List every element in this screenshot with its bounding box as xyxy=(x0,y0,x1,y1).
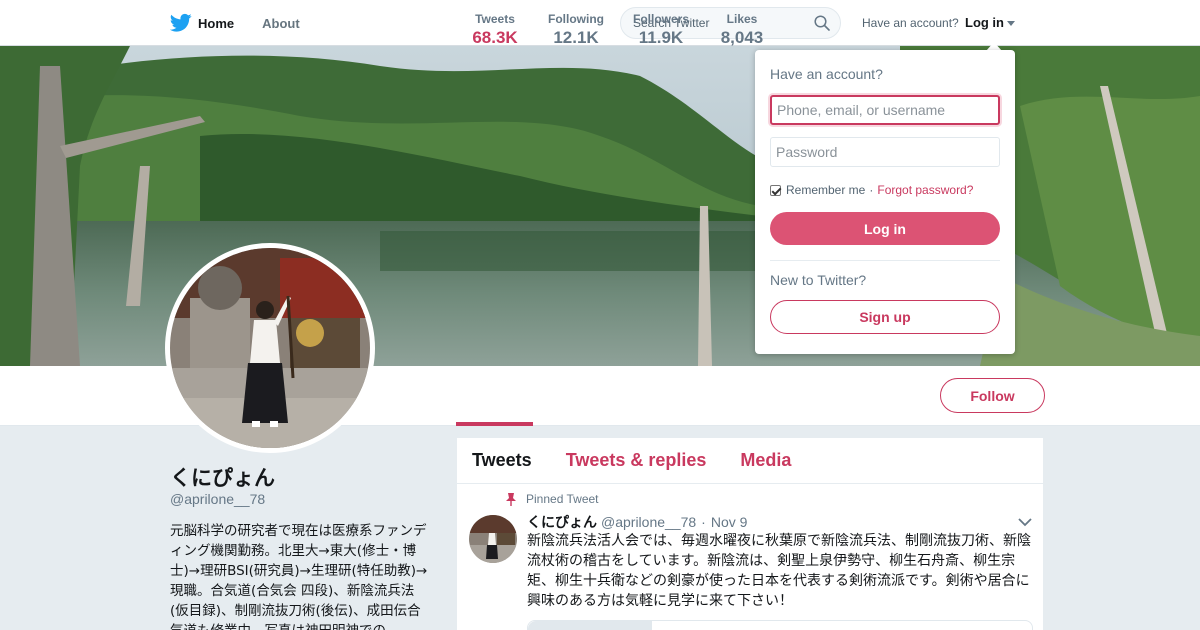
dropdown-title: Have an account? xyxy=(770,66,883,82)
stat-following-value: 12.1K xyxy=(553,28,599,47)
forgot-password-link[interactable]: Forgot password? xyxy=(877,183,973,197)
pinned-tweet-text: Pinned Tweet xyxy=(526,492,599,506)
active-stat-indicator xyxy=(456,422,533,426)
stat-followers-label: Followers xyxy=(632,12,689,26)
phone-email-username-input[interactable] xyxy=(770,95,1000,125)
remember-me-row: Remember me · Forgot password? xyxy=(770,183,973,197)
login-button[interactable]: Log in xyxy=(770,212,1000,245)
signup-button[interactable]: Sign up xyxy=(770,300,1000,334)
stat-followers[interactable]: Followers 11.9K xyxy=(630,12,692,48)
pinned-tweet-label: Pinned Tweet xyxy=(505,492,599,506)
chevron-down-icon[interactable] xyxy=(1007,21,1015,26)
nav-left-group: Home About xyxy=(170,0,328,46)
password-input[interactable] xyxy=(770,137,1000,167)
stat-following[interactable]: Following 12.1K xyxy=(546,12,606,48)
nav-home-link[interactable]: Home xyxy=(198,16,234,31)
tab-tweets-and-replies[interactable]: Tweets & replies xyxy=(566,450,707,471)
search-icon[interactable] xyxy=(814,15,830,31)
divider xyxy=(770,260,1000,261)
twitter-bird-icon[interactable] xyxy=(170,13,192,33)
tab-media[interactable]: Media xyxy=(740,450,791,471)
stat-following-label: Following xyxy=(548,12,604,26)
avatar-photo xyxy=(170,248,370,448)
tweet-separator-dot: · xyxy=(701,514,706,530)
stat-tweets-value: 68.3K xyxy=(472,28,518,47)
pin-icon xyxy=(506,492,516,506)
tab-tweets[interactable]: Tweets xyxy=(472,450,532,471)
follow-button[interactable]: Follow xyxy=(940,378,1045,413)
profile-avatar[interactable] xyxy=(165,243,375,453)
profile-bio: 元脳科学の研究者で現在は医療系ファンディング機関勤務。北里大→東大(修士・博士)… xyxy=(170,523,428,630)
stat-likes[interactable]: Likes 8,043 xyxy=(717,12,767,48)
nav-about-link[interactable]: About xyxy=(262,16,300,31)
timeline-tabs: Tweets Tweets & replies Media xyxy=(457,438,1043,484)
tweet-author-name[interactable]: くにぴょん xyxy=(527,512,597,532)
tweet-date[interactable]: Nov 9 xyxy=(711,514,748,530)
chevron-down-icon[interactable] xyxy=(1018,517,1032,527)
tweet-header: くにぴょん @aprilone__78 · Nov 9 xyxy=(527,512,747,532)
tweet-author-handle[interactable]: @aprilone__78 xyxy=(601,514,696,530)
tweet-media-thumbnail xyxy=(528,621,652,630)
profile-handle[interactable]: @aprilone__78 xyxy=(170,491,265,507)
timeline: Tweets Tweets & replies Media Pinned Twe… xyxy=(456,437,1044,630)
tweet-text: 新陰流兵法活人会では、毎週水曜夜に秋葉原で新陰流兵法、制剛流抜刀術、新陰流杖術の… xyxy=(527,533,1031,609)
stat-tweets-label: Tweets xyxy=(475,12,515,26)
separator-dot: · xyxy=(869,183,874,197)
remember-me-label[interactable]: Remember me xyxy=(786,183,865,197)
login-dropdown: Have an account? Remember me · Forgot pa… xyxy=(755,50,1015,354)
tweet-avatar[interactable] xyxy=(469,515,517,563)
stat-likes-value: 8,043 xyxy=(720,28,764,47)
stat-followers-value: 11.9K xyxy=(638,28,684,47)
new-to-twitter-text: New to Twitter? xyxy=(770,272,867,288)
remember-me-checkbox[interactable] xyxy=(770,184,781,196)
stat-likes-label: Likes xyxy=(726,12,758,26)
have-account-text: Have an account? xyxy=(862,16,959,30)
login-dropdown-toggle[interactable]: Log in xyxy=(965,15,1004,30)
tweet-media-card[interactable] xyxy=(527,620,1033,630)
profile-name: くにぴょん xyxy=(170,466,275,490)
stat-tweets[interactable]: Tweets 68.3K xyxy=(469,12,521,48)
